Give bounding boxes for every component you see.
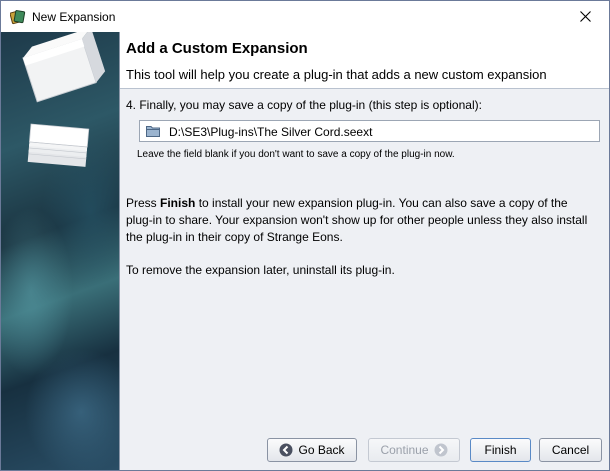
save-path-field[interactable]: D:\SE3\Plug-ins\The Silver Cord.seext	[139, 120, 600, 142]
continue-button[interactable]: Continue	[368, 438, 460, 462]
go-back-button[interactable]: Go Back	[267, 438, 357, 462]
wizard-header: Add a Custom Expansion This tool will he…	[120, 32, 609, 89]
header-subtitle: This tool will help you create a plug-in…	[126, 67, 547, 82]
arrow-right-icon	[434, 443, 448, 457]
arrow-left-icon	[279, 443, 293, 457]
finish-button[interactable]: Finish	[470, 438, 531, 462]
save-path-value[interactable]: D:\SE3\Plug-ins\The Silver Cord.seext	[169, 125, 372, 139]
window-title: New Expansion	[32, 10, 116, 24]
side-banner-image	[1, 32, 119, 470]
finish-keyword: Finish	[160, 196, 196, 210]
uninstall-note: To remove the expansion later, uninstall…	[126, 263, 395, 277]
continue-label: Continue	[380, 443, 429, 457]
card-deck-illustration	[22, 32, 106, 167]
finish-instructions-rest: to install your new expansion plug-in. Y…	[126, 196, 588, 244]
close-icon	[580, 11, 591, 22]
folder-icon[interactable]	[146, 125, 160, 137]
go-back-label: Go Back	[298, 443, 345, 457]
cards-icon	[10, 10, 26, 25]
wizard-content: 4. Finally, you may save a copy of the p…	[120, 89, 609, 470]
wizard-window: New Expansion Add a Custom Expansion Thi…	[0, 0, 610, 471]
finish-instructions: Press Finish to install your new expansi…	[126, 195, 596, 246]
finish-instructions-lead: Press	[126, 196, 161, 210]
header-title: Add a Custom Expansion	[126, 40, 308, 57]
close-button[interactable]	[563, 1, 609, 32]
title-bar: New Expansion	[1, 1, 609, 32]
cancel-button[interactable]: Cancel	[539, 438, 602, 462]
step-label: 4. Finally, you may save a copy of the p…	[126, 98, 482, 112]
save-path-hint: Leave the field blank if you don't want …	[137, 149, 455, 160]
